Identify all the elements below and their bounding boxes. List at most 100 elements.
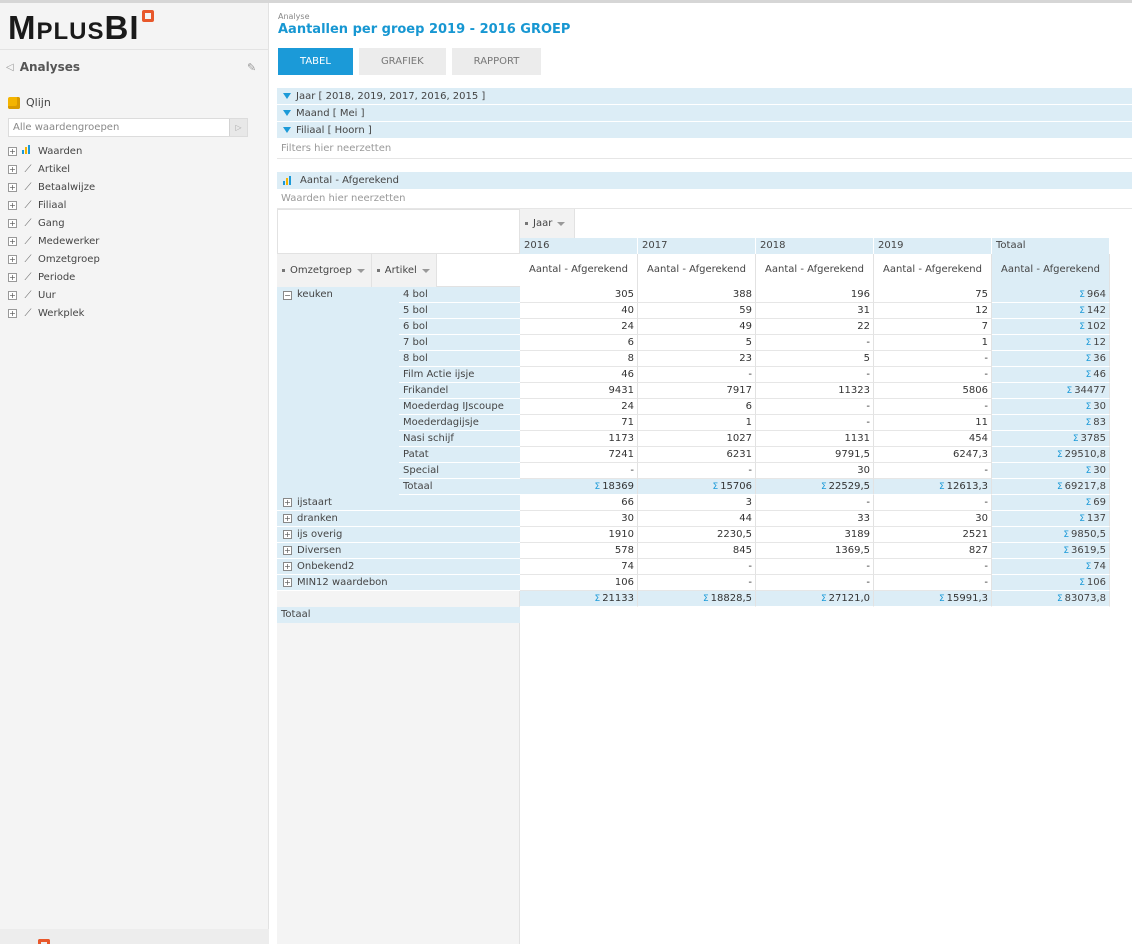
value-cell[interactable]: 59 xyxy=(638,303,756,319)
total-cell[interactable]: Σ 3785 xyxy=(992,431,1110,447)
artikel-cell[interactable]: 7 bol xyxy=(399,335,520,351)
value-cell[interactable]: 5 xyxy=(638,335,756,351)
sidebar-item-medewerker[interactable]: + ⟋ Medewerker xyxy=(8,232,100,250)
total-cell[interactable]: Σ 74 xyxy=(992,559,1110,575)
column-header-totaal[interactable]: Totaal xyxy=(992,238,1110,254)
filter-maand[interactable]: Maand [ Mei ] xyxy=(277,105,1132,122)
value-cell[interactable]: 305 xyxy=(520,287,638,303)
value-cell[interactable]: 106 xyxy=(520,575,638,591)
expand-icon[interactable]: + xyxy=(8,290,17,300)
value-cell[interactable]: - xyxy=(874,367,992,383)
expand-icon[interactable]: + xyxy=(8,236,17,246)
row-field-omzetgroep[interactable]: Omzetgroep xyxy=(277,254,372,287)
total-cell[interactable]: Σ 142 xyxy=(992,303,1110,319)
value-cell[interactable]: 11323 xyxy=(756,383,874,399)
artikel-cell[interactable]: Film Actie ijsje xyxy=(399,367,520,383)
value-cell[interactable]: - xyxy=(756,399,874,415)
value-cell[interactable]: - xyxy=(756,495,874,511)
total-cell[interactable]: Σ 9850,5 xyxy=(992,527,1110,543)
value-cell[interactable]: 9791,5 xyxy=(756,447,874,463)
column-header-2019[interactable]: 2019 xyxy=(874,238,992,254)
value-cell[interactable]: 24 xyxy=(520,399,638,415)
value-cell[interactable]: 388 xyxy=(638,287,756,303)
artikel-cell[interactable]: Frikandel xyxy=(399,383,520,399)
value-cell[interactable]: 1910 xyxy=(520,527,638,543)
value-cell[interactable]: 827 xyxy=(874,543,992,559)
value-cell[interactable]: 66 xyxy=(520,495,638,511)
value-cell[interactable]: Σ 18828,5 xyxy=(638,591,756,607)
value-cell[interactable]: 30 xyxy=(520,511,638,527)
column-header-2016[interactable]: 2016 xyxy=(520,238,638,254)
value-cell[interactable]: 6247,3 xyxy=(874,447,992,463)
filter-filiaal[interactable]: Filiaal [ Hoorn ] xyxy=(277,122,1132,139)
expand-icon[interactable]: + xyxy=(8,254,17,264)
analyses-header[interactable]: ◁ Analyses xyxy=(6,60,80,74)
total-cell[interactable]: Σ 29510,8 xyxy=(992,447,1110,463)
total-cell[interactable]: Σ 30 xyxy=(992,399,1110,415)
chevron-down-icon[interactable] xyxy=(421,268,430,273)
value-cell[interactable]: - xyxy=(638,559,756,575)
value-cell[interactable]: - xyxy=(756,415,874,431)
expand-icon[interactable]: + xyxy=(8,182,17,192)
value-cell[interactable]: 6 xyxy=(638,399,756,415)
value-cell[interactable]: - xyxy=(756,559,874,575)
value-cell[interactable]: - xyxy=(756,367,874,383)
value-cell[interactable]: Σ 27121,0 xyxy=(756,591,874,607)
value-cell[interactable]: 8 xyxy=(520,351,638,367)
value-cell[interactable]: - xyxy=(638,463,756,479)
value-cell[interactable]: Σ 18369 xyxy=(520,479,638,495)
sidebar-item-uur[interactable]: + ⟋ Uur xyxy=(8,286,100,304)
tab-rapport[interactable]: RAPPORT xyxy=(451,48,542,75)
pin-icon[interactable]: ✎ xyxy=(247,61,256,74)
total-cell[interactable]: Σ 106 xyxy=(992,575,1110,591)
group-cell-keuken[interactable]: − keuken xyxy=(277,287,399,303)
chevron-down-icon[interactable] xyxy=(557,221,566,226)
value-cell[interactable]: 6231 xyxy=(638,447,756,463)
total-cell[interactable]: Σ 964 xyxy=(992,287,1110,303)
artikel-cell[interactable]: Special xyxy=(399,463,520,479)
value-cell[interactable]: 1 xyxy=(874,335,992,351)
value-cell[interactable]: 7 xyxy=(874,319,992,335)
expand-icon[interactable]: + xyxy=(8,200,17,210)
value-cell[interactable]: 31 xyxy=(756,303,874,319)
measure-header[interactable]: Aantal - Afgerekend xyxy=(756,254,874,287)
value-cell[interactable]: 1 xyxy=(638,415,756,431)
column-header-2018[interactable]: 2018 xyxy=(756,238,874,254)
value-cell[interactable]: 3 xyxy=(638,495,756,511)
value-cell[interactable]: 1027 xyxy=(638,431,756,447)
value-cell[interactable]: - xyxy=(874,575,992,591)
value-cell[interactable]: 75 xyxy=(874,287,992,303)
value-cell[interactable]: 5 xyxy=(756,351,874,367)
artikel-cell[interactable]: 6 bol xyxy=(399,319,520,335)
artikel-cell[interactable]: Patat xyxy=(399,447,520,463)
cube-selector[interactable]: Qlijn xyxy=(8,96,51,109)
total-cell[interactable]: Σ 3619,5 xyxy=(992,543,1110,559)
value-cell[interactable]: 7917 xyxy=(638,383,756,399)
total-cell[interactable]: Σ 34477 xyxy=(992,383,1110,399)
artikel-cell[interactable]: 8 bol xyxy=(399,351,520,367)
value-cell[interactable]: 12 xyxy=(874,303,992,319)
value-cell[interactable]: 30 xyxy=(756,463,874,479)
expand-icon[interactable]: + xyxy=(8,164,17,174)
value-cell[interactable]: - xyxy=(874,463,992,479)
collapse-icon[interactable]: − xyxy=(283,290,292,300)
value-cell[interactable]: 22 xyxy=(756,319,874,335)
value-cell[interactable]: 46 xyxy=(520,367,638,383)
value-cell[interactable]: - xyxy=(638,367,756,383)
chevron-left-icon[interactable]: ◁ xyxy=(6,62,14,73)
column-header-2017[interactable]: 2017 xyxy=(638,238,756,254)
value-cell[interactable]: - xyxy=(638,575,756,591)
value-cell[interactable]: - xyxy=(520,463,638,479)
total-cell[interactable]: Σ 46 xyxy=(992,367,1110,383)
sidebar-item-periode[interactable]: + ⟋ Periode xyxy=(8,268,100,286)
total-cell[interactable]: Σ 83 xyxy=(992,415,1110,431)
value-cell[interactable]: 1173 xyxy=(520,431,638,447)
total-cell[interactable]: Σ 83073,8 xyxy=(992,591,1110,607)
value-cell[interactable]: - xyxy=(756,575,874,591)
total-cell[interactable]: Σ 36 xyxy=(992,351,1110,367)
column-field-jaar[interactable]: Jaar xyxy=(520,209,575,238)
value-cell[interactable]: 578 xyxy=(520,543,638,559)
value-cell[interactable]: 24 xyxy=(520,319,638,335)
value-cell[interactable]: 44 xyxy=(638,511,756,527)
value-cell[interactable]: Σ 21133 xyxy=(520,591,638,607)
